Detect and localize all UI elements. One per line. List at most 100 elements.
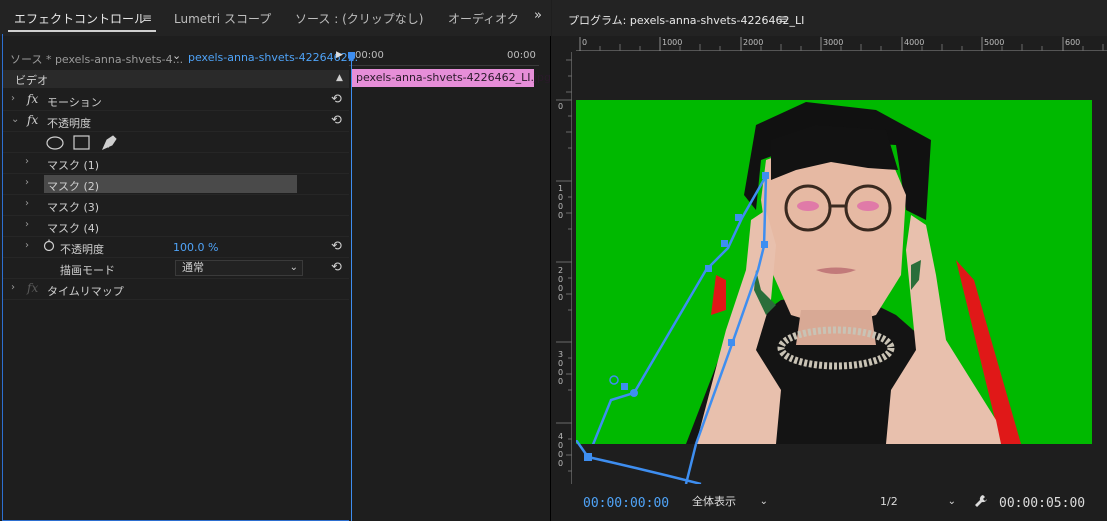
mask-vertex[interactable] — [630, 389, 638, 397]
mask-vertex[interactable] — [761, 241, 768, 248]
active-tab-underline — [8, 30, 156, 32]
chevron-down-icon: ⌄ — [759, 496, 768, 507]
program-tabbar: プログラム: pexels-anna-shvets-4226462_LI ≡ — [552, 0, 1107, 36]
ruler-label: 3 0 0 0 — [558, 350, 564, 386]
mask-row-3[interactable]: › マスク (3) — [3, 195, 349, 216]
chevron-down-icon: ⌄ — [947, 496, 956, 507]
fit-dropdown[interactable]: 全体表示 ⌄ — [688, 493, 772, 511]
sequence-clip-label[interactable]: pexels-anna-shvets-4226462... — [188, 51, 358, 64]
panel-menu-icon[interactable]: ≡ — [778, 12, 788, 26]
current-timecode[interactable]: 00:00:00:00 — [583, 496, 669, 511]
chevron-right-icon[interactable]: › — [11, 282, 15, 293]
ruler-label: 2000 — [743, 38, 764, 47]
tab-effect-controls[interactable]: エフェクトコントロール — [14, 10, 146, 27]
panel-menu-icon[interactable]: ≡ — [142, 11, 152, 25]
wrench-icon[interactable] — [974, 494, 988, 508]
chevron-down-icon: ⌄ — [289, 262, 298, 273]
chevron-right-icon[interactable]: › — [25, 177, 29, 188]
effect-timeline[interactable]: 00:00 00:00 pexels-anna-shvets-4226462_L… — [349, 48, 551, 521]
ruler-label: 1 0 0 0 — [558, 184, 564, 220]
video-section-header: ビデオ ▲ — [3, 70, 349, 88]
ruler-label: 5000 — [984, 38, 1005, 47]
fx-icon[interactable]: fx — [27, 92, 38, 106]
blend-mode-label: 描画モード — [60, 264, 115, 277]
overflow-tabs-icon[interactable]: » — [534, 8, 542, 23]
effect-row-time-remap[interactable]: › fx タイムリマップ — [3, 279, 349, 300]
stopwatch-icon[interactable] — [43, 239, 55, 251]
vertical-ruler: 0 1 0 0 0 2 0 0 0 3 0 0 0 4 0 0 0 — [556, 52, 572, 484]
fx-icon[interactable]: fx — [27, 281, 38, 295]
ruler-label: 2 0 0 0 — [558, 266, 564, 302]
opacity-label: 不透明度 — [47, 117, 91, 130]
chevron-right-icon[interactable]: › — [25, 198, 29, 209]
mask-row-2[interactable]: › マスク (2) — [3, 174, 349, 195]
fx-icon[interactable]: fx — [27, 113, 38, 127]
timeline-start-time: 00:00 — [355, 50, 384, 61]
panel-tabs: エフェクトコントロール ≡ Lumetri スコープ ソース : (クリップなし… — [0, 0, 551, 36]
chevron-down-icon[interactable]: ⌄ — [172, 49, 181, 62]
mask-feather-handle[interactable] — [609, 375, 619, 385]
premiere-window: エフェクトコントロール ≡ Lumetri スコープ ソース : (クリップなし… — [0, 0, 1107, 521]
source-bar: ソース * pexels-anna-shvets-4... ⌄ pexels-a… — [2, 48, 358, 68]
opacity-value[interactable]: 100.0 % — [173, 241, 218, 254]
resolution-dropdown[interactable]: 1/2 ⌄ — [876, 493, 960, 511]
chevron-right-icon[interactable]: › — [25, 219, 29, 230]
opacity-param-label: 不透明度 — [60, 243, 104, 256]
program-monitor-title[interactable]: プログラム: pexels-anna-shvets-4226462_LI — [568, 12, 804, 28]
effect-timeline-ruler[interactable]: 00:00 00:00 — [349, 48, 539, 66]
ruler-label: 3000 — [823, 38, 844, 47]
fit-label: 全体表示 — [692, 495, 736, 508]
mask-tools-row — [3, 132, 349, 153]
ruler-label: 0 — [582, 38, 588, 47]
duration-timecode: 00:00:05:00 — [999, 496, 1086, 511]
ruler-label: 1000 — [662, 38, 683, 47]
program-bottombar: 00:00:00:00 全体表示 ⌄ 1/2 ⌄ 00:00:05:00 — [552, 484, 1107, 521]
mask-tools — [46, 135, 117, 150]
collapse-up-icon[interactable]: ▲ — [336, 73, 343, 83]
chevron-down-icon[interactable]: ⌄ — [11, 114, 19, 125]
reset-icon[interactable]: ⟲ — [331, 92, 342, 107]
eye-left — [797, 201, 819, 211]
ruler-label: 4000 — [904, 38, 925, 47]
ruler-label: 4 0 0 0 — [558, 432, 564, 468]
resolution-label: 1/2 — [880, 495, 898, 508]
mask-vertex[interactable] — [735, 214, 742, 221]
reset-icon[interactable]: ⟲ — [331, 260, 342, 275]
rect-mask-icon — [73, 135, 90, 150]
mask-row-1[interactable]: › マスク (1) — [3, 153, 349, 174]
play-icon[interactable]: ▶ — [336, 50, 343, 60]
mask-vertex[interactable] — [762, 172, 769, 179]
mask-4-label: マスク (4) — [47, 222, 100, 235]
program-canvas[interactable] — [576, 100, 1092, 444]
chevron-right-icon[interactable]: › — [11, 93, 15, 104]
mask-row-4[interactable]: › マスク (4) — [3, 216, 349, 237]
tab-lumetri-scopes[interactable]: Lumetri スコープ — [174, 10, 271, 27]
eye-right — [857, 201, 879, 211]
ellipse-mask-icon — [46, 136, 64, 150]
reset-icon[interactable]: ⟲ — [331, 239, 342, 254]
chevron-right-icon[interactable]: › — [25, 156, 29, 167]
red-edge — [711, 275, 726, 315]
ruler-label: 0 — [558, 102, 564, 111]
chevron-right-icon[interactable]: › — [25, 240, 29, 251]
mask-vertex[interactable] — [621, 383, 628, 390]
reset-icon[interactable]: ⟲ — [331, 113, 342, 128]
effect-row-opacity[interactable]: ⌄ fx 不透明度 ⟲ — [3, 111, 349, 132]
motion-label: モーション — [47, 96, 102, 109]
playhead-line[interactable] — [351, 52, 352, 521]
mask-vertex[interactable] — [728, 339, 735, 346]
blend-mode-dropdown[interactable]: 通常 ⌄ — [175, 260, 303, 276]
mask-vertex[interactable] — [721, 240, 728, 247]
blend-mode-row: 描画モード 通常 ⌄ ⟲ — [3, 258, 349, 279]
opacity-param-row[interactable]: › 不透明度 100.0 % ⟲ — [3, 237, 349, 258]
ruler-label: 600 — [1065, 38, 1081, 47]
timeline-clip[interactable]: pexels-anna-shvets-4226462_LI.jpg — [352, 69, 551, 87]
effect-row-motion[interactable]: › fx モーション ⟲ — [3, 90, 349, 111]
master-source-label[interactable]: ソース * pexels-anna-shvets-4... — [10, 51, 183, 67]
tab-audio[interactable]: オーディオク — [448, 10, 519, 27]
mask-vertex[interactable] — [705, 265, 712, 272]
tab-source[interactable]: ソース : (クリップなし) — [295, 10, 423, 27]
timeline-end-time: 00:00 — [507, 50, 536, 61]
effect-controls-panel: エフェクトコントロール ≡ Lumetri スコープ ソース : (クリップなし… — [0, 0, 551, 521]
mask-2-label: マスク (2) — [47, 180, 100, 193]
